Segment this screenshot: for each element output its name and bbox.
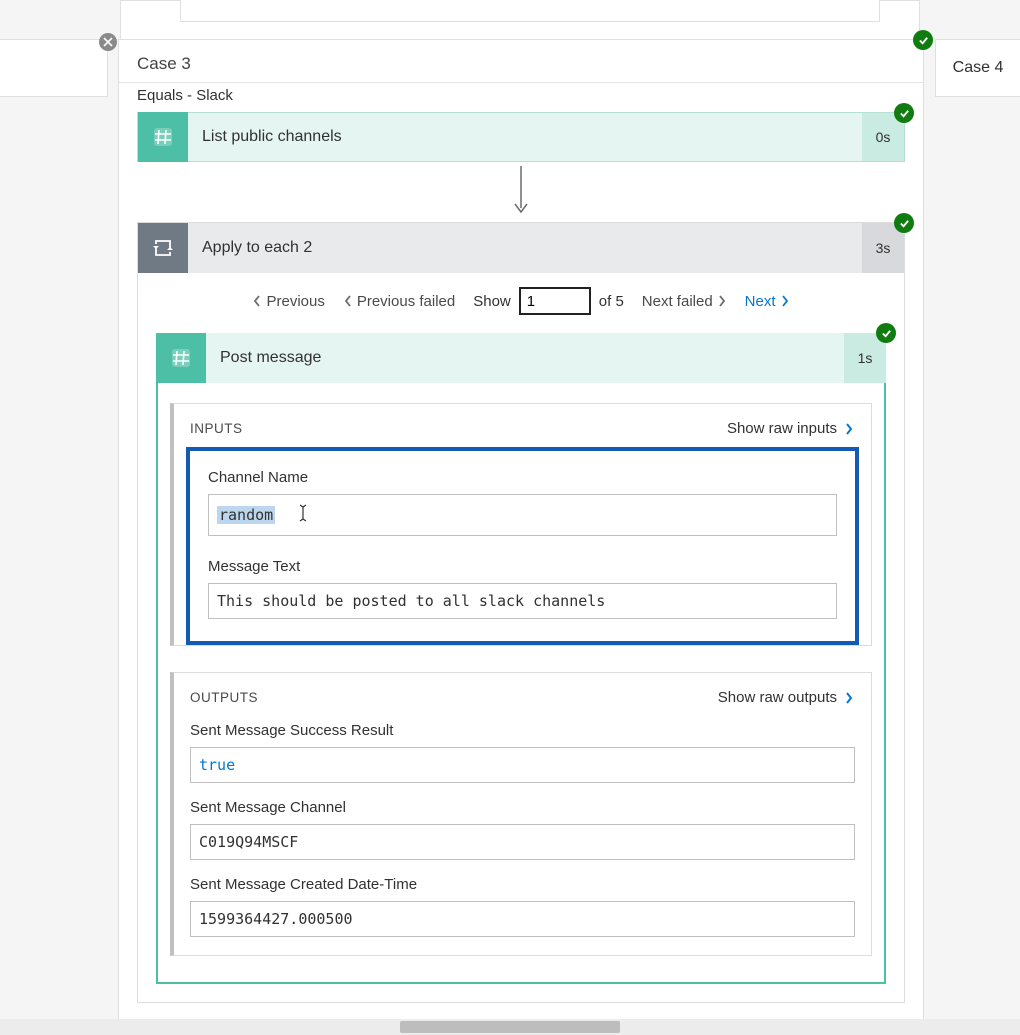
of-label: of 5 — [599, 293, 624, 310]
background-card-inner — [180, 0, 880, 22]
show-raw-inputs-label: Show raw inputs — [727, 420, 837, 437]
apply-to-each-container: Apply to each 2 3s Previous Previous fai… — [137, 222, 905, 1003]
loop-icon — [138, 223, 188, 273]
message-text-text: This should be posted to all slack chann… — [217, 592, 605, 610]
sent-channel-text: C019Q94MSCF — [199, 833, 298, 851]
close-icon[interactable] — [99, 33, 117, 51]
text-cursor-icon — [296, 503, 310, 527]
show-raw-outputs-button[interactable]: Show raw outputs — [718, 689, 855, 706]
message-text-label: Message Text — [208, 558, 837, 575]
action-label: Post message — [206, 333, 844, 383]
sent-channel-value[interactable]: C019Q94MSCF — [190, 824, 855, 860]
previous-failed-button[interactable]: Previous failed — [343, 293, 455, 310]
show-label: Show — [473, 293, 511, 310]
created-datetime-label: Sent Message Created Date-Time — [190, 876, 855, 893]
slack-hash-icon — [138, 112, 188, 162]
next-button[interactable]: Next — [745, 293, 790, 310]
success-result-value[interactable]: true — [190, 747, 855, 783]
chevron-right-icon — [843, 691, 855, 705]
action-label: Apply to each 2 — [188, 223, 862, 273]
success-result-label: Sent Message Success Result — [190, 722, 855, 739]
next-label: Next — [745, 293, 776, 310]
outputs-section: OUTPUTS Show raw outputs Sent Message Su… — [170, 672, 872, 956]
message-text-value[interactable]: This should be posted to all slack chann… — [208, 583, 837, 619]
case-3-title: Case 3 — [119, 40, 923, 82]
inputs-highlight: Channel Name random Message Text This sh… — [186, 447, 859, 645]
post-message-details: INPUTS Show raw inputs Channel Name rand… — [156, 383, 886, 984]
slack-hash-icon — [156, 333, 206, 383]
show-raw-outputs-label: Show raw outputs — [718, 689, 837, 706]
case-4-tab[interactable]: Case 4 — [935, 39, 1020, 97]
check-icon — [894, 103, 914, 123]
horizontal-scrollbar[interactable] — [0, 1019, 1020, 1035]
chevron-right-icon — [780, 294, 790, 308]
inputs-section: INPUTS Show raw inputs Channel Name rand… — [170, 403, 872, 646]
pager-show-group: Show of 5 — [473, 287, 624, 315]
action-list-public-channels[interactable]: List public channels 0s — [137, 112, 905, 162]
chevron-left-icon — [252, 294, 262, 308]
loop-pager: Previous Previous failed Show of 5 Next … — [138, 273, 904, 333]
previous-button[interactable]: Previous — [252, 293, 324, 310]
next-failed-button[interactable]: Next failed — [642, 293, 727, 310]
equals-slack-label: Equals - Slack — [119, 82, 923, 112]
action-apply-to-each[interactable]: Apply to each 2 3s — [138, 223, 904, 273]
channel-name-label: Channel Name — [208, 469, 837, 486]
action-post-message[interactable]: Post message 1s — [156, 333, 886, 383]
case-left-edge[interactable] — [0, 39, 108, 97]
case-3-card: Case 3 Equals - Slack List public channe… — [118, 39, 924, 1035]
channel-name-value[interactable]: random — [208, 494, 837, 536]
show-raw-inputs-button[interactable]: Show raw inputs — [727, 420, 855, 437]
previous-label: Previous — [266, 293, 324, 310]
previous-failed-label: Previous failed — [357, 293, 455, 310]
check-icon — [913, 30, 933, 50]
next-failed-label: Next failed — [642, 293, 713, 310]
inputs-title: INPUTS — [190, 421, 243, 436]
check-icon — [876, 323, 896, 343]
case-4-label: Case 4 — [953, 59, 1004, 77]
action-label: List public channels — [188, 113, 862, 161]
sent-channel-label: Sent Message Channel — [190, 799, 855, 816]
arrow-down-icon — [119, 162, 923, 222]
created-datetime-text: 1599364427.000500 — [199, 910, 353, 928]
chevron-right-icon — [843, 422, 855, 436]
check-icon — [894, 213, 914, 233]
success-result-text: true — [199, 756, 235, 774]
created-datetime-value[interactable]: 1599364427.000500 — [190, 901, 855, 937]
chevron-right-icon — [717, 294, 727, 308]
page-input[interactable] — [519, 287, 591, 315]
channel-name-text: random — [217, 506, 275, 524]
outputs-title: OUTPUTS — [190, 690, 258, 705]
chevron-left-icon — [343, 294, 353, 308]
